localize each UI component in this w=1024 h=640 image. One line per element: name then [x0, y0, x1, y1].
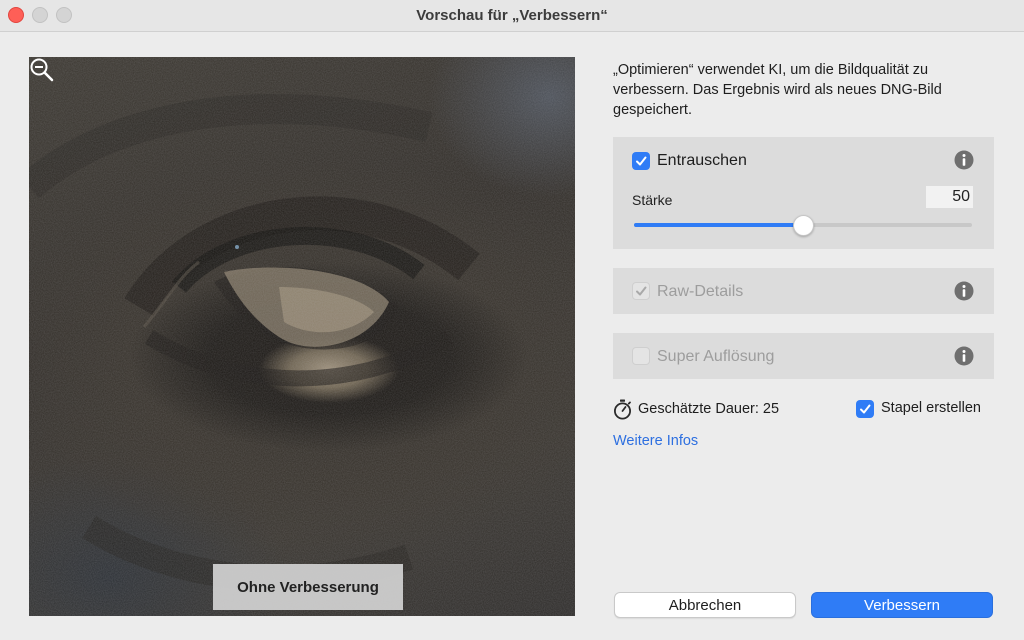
- strength-value-field[interactable]: 50: [926, 186, 973, 208]
- denoise-label: Entrauschen: [657, 152, 747, 169]
- more-info-link[interactable]: Weitere Infos: [613, 433, 698, 449]
- info-icon[interactable]: [954, 281, 974, 301]
- info-icon[interactable]: [954, 346, 974, 366]
- without-enhancement-button[interactable]: Ohne Verbesserung: [213, 564, 403, 610]
- enhance-description: „Optimieren“ verwendet KI, um die Bildqu…: [613, 62, 942, 118]
- duration-label: Geschätzte Dauer: 25: [638, 401, 780, 417]
- title-bar: Vorschau für „Verbessern“: [0, 0, 1024, 32]
- super-resolution-section: Super Auflösung: [613, 333, 994, 379]
- create-stack-checkbox[interactable]: [856, 400, 874, 418]
- super-resolution-checkbox: [632, 347, 650, 365]
- enhance-preview-window: Vorschau für „Verbessern“ Ohne Verbesser…: [0, 0, 1024, 640]
- raw-details-label: Raw-Details: [657, 283, 744, 300]
- raw-details-checkbox: [632, 282, 650, 300]
- checkmark-icon: [636, 156, 647, 166]
- create-stack-label: Stapel erstellen: [881, 400, 981, 416]
- checkmark-icon: [860, 404, 871, 414]
- estimated-duration: Geschätzte Dauer: 25: [613, 398, 779, 420]
- raw-details-section: Raw-Details: [613, 268, 994, 314]
- stopwatch-icon: [614, 399, 631, 419]
- super-resolution-label: Super Auflösung: [657, 348, 775, 365]
- preview-photo: [29, 57, 575, 616]
- cancel-button[interactable]: Abbrechen: [614, 592, 796, 618]
- strength-slider-fill: [634, 223, 803, 227]
- window-title: Vorschau für „Verbessern“: [416, 7, 608, 24]
- denoise-section: Entrauschen Stärke 50: [613, 137, 994, 249]
- strength-slider-thumb[interactable]: [792, 215, 814, 236]
- info-icon[interactable]: [954, 150, 974, 170]
- zoom-out-icon[interactable]: [29, 57, 55, 83]
- strength-label: Stärke: [632, 192, 673, 208]
- denoise-checkbox[interactable]: [632, 152, 650, 170]
- checkmark-icon: [636, 286, 647, 296]
- enhance-button[interactable]: Verbessern: [811, 592, 993, 618]
- preview-image[interactable]: Ohne Verbesserung: [29, 57, 575, 616]
